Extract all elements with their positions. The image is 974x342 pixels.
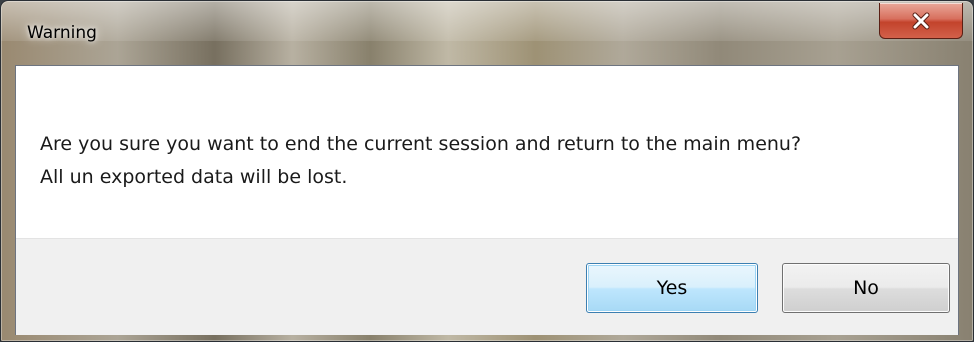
message-line-1: Are you sure you want to end the current… [40,133,802,155]
close-icon [912,12,930,29]
title-bar[interactable]: Warning [1,1,973,43]
no-button[interactable]: No [782,263,950,313]
message-line-2: All un exported data will be lost. [40,166,348,188]
button-area: Yes No [16,238,958,335]
yes-button[interactable]: Yes [586,263,758,313]
warning-dialog: Warning Are you sure you want to end the… [0,0,974,342]
dialog-title: Warning [27,23,97,43]
warning-message: Are you sure you want to end the current… [40,128,801,194]
dialog-content: Are you sure you want to end the current… [15,65,959,335]
close-button[interactable] [879,3,963,39]
